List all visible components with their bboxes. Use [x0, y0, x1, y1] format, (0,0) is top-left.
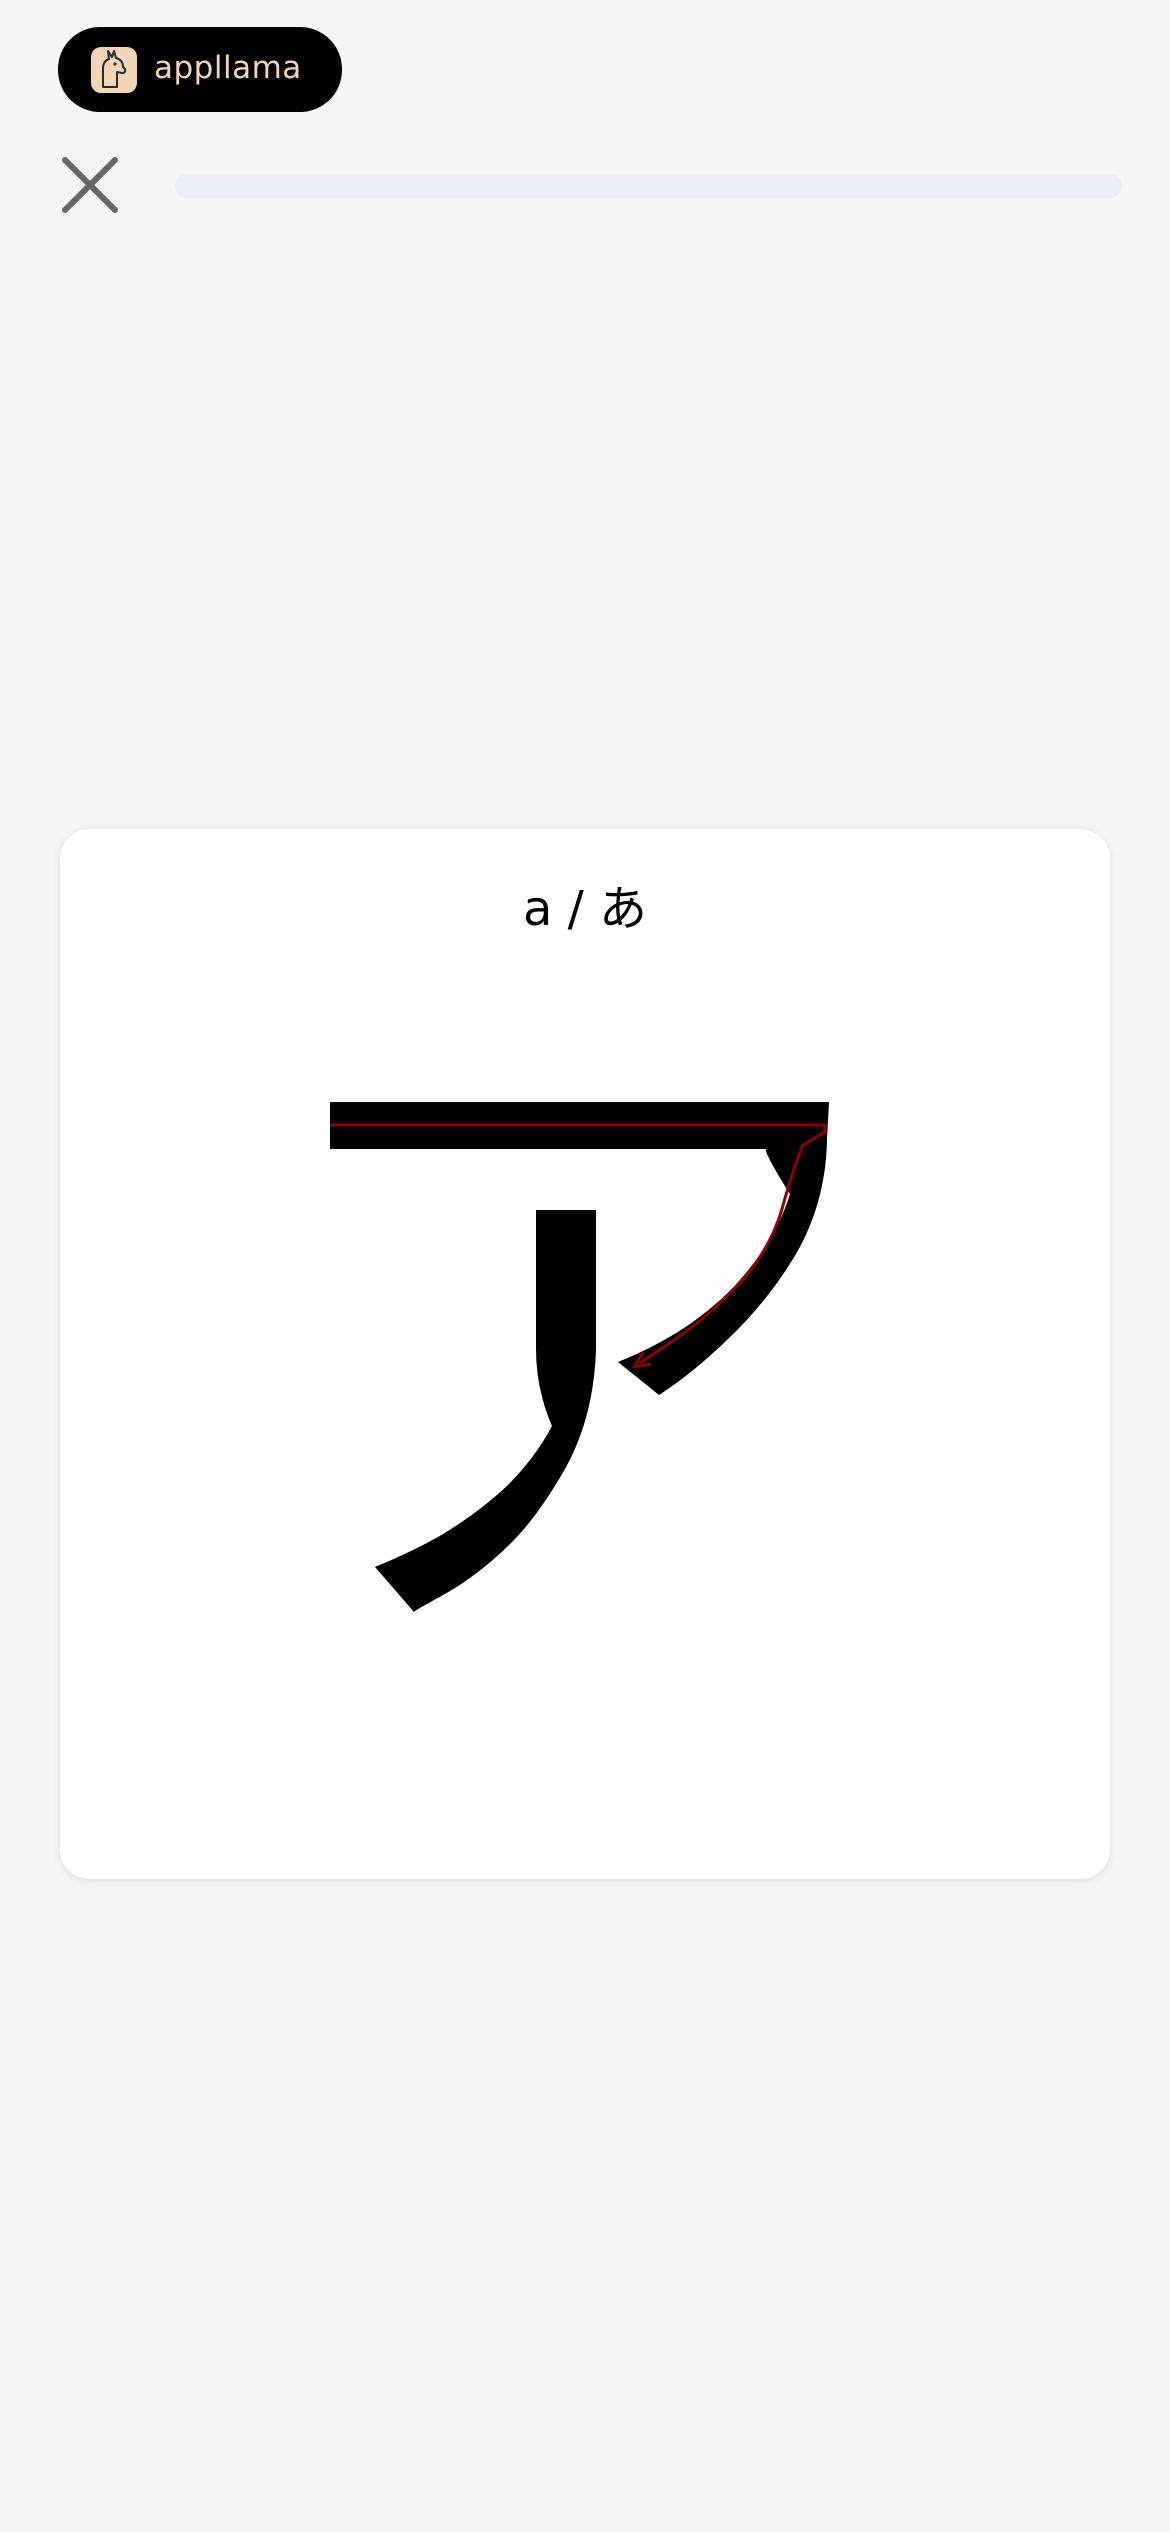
brand-name: appllama [154, 49, 302, 86]
glyph-stroke-2 [375, 1210, 596, 1612]
flashcard[interactable]: a / あ [60, 829, 1110, 1879]
close-icon [62, 157, 118, 213]
close-button[interactable] [58, 153, 122, 217]
brand-badge[interactable]: appllama [58, 27, 342, 112]
llama-icon [91, 46, 137, 93]
katakana-a-glyph [330, 1102, 829, 1612]
lesson-progress-bar [175, 174, 1122, 198]
app-screen: appllama a / あ [0, 0, 1170, 2532]
